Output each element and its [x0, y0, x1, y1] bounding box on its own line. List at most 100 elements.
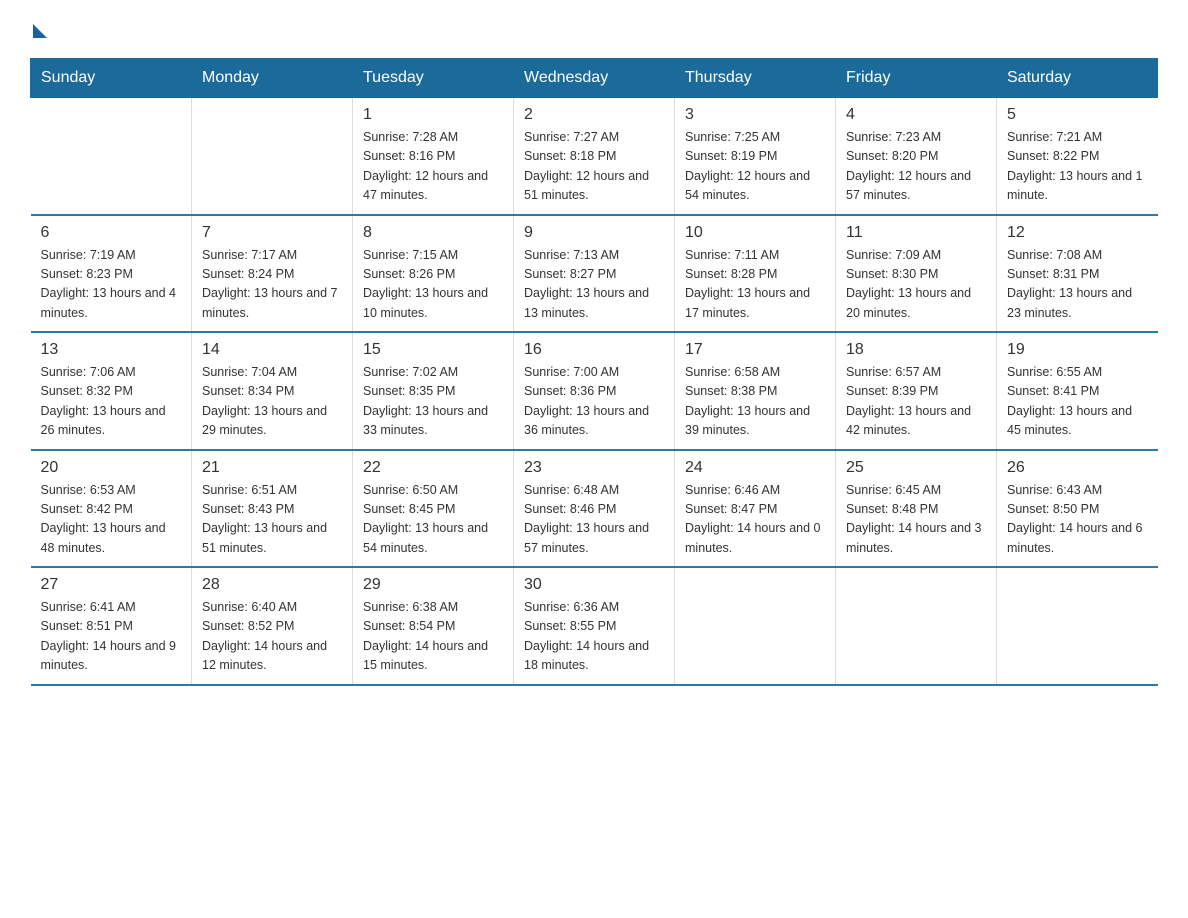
- day-cell: 20Sunrise: 6:53 AM Sunset: 8:42 PM Dayli…: [31, 450, 192, 568]
- day-number: 4: [846, 106, 986, 124]
- day-info: Sunrise: 6:46 AM Sunset: 8:47 PM Dayligh…: [685, 481, 825, 559]
- day-number: 27: [41, 576, 182, 594]
- day-cell: 24 Sunrise: 6:46 AM Sunset: 8:47 PM Dayli…: [675, 450, 836, 568]
- column-header-saturday: Saturday: [997, 59, 1158, 98]
- day-cell: 17 Sunrise: 6:58 AM Sunset: 8:38 PM Dayli…: [675, 332, 836, 450]
- day-number: 2: [524, 106, 664, 124]
- day-number: 10: [685, 224, 825, 242]
- day-number: 5: [1007, 106, 1148, 124]
- day-info: Sunrise: 6:40 AM Sunset: 8:52 PM Dayligh…: [202, 598, 342, 676]
- day-cell: [836, 567, 997, 685]
- day-cell: 6 Sunrise: 7:19 AM Sunset: 8:23 PM Daylig…: [31, 215, 192, 333]
- day-number: 28: [202, 576, 342, 594]
- day-cell: 23 Sunrise: 6:48 AM Sunset: 8:46 PM Dayli…: [514, 450, 675, 568]
- day-number: 13: [41, 341, 182, 359]
- day-info: Sunrise: 7:19 AM Sunset: 8:23 PM Dayligh…: [41, 246, 182, 324]
- day-number: 11: [846, 224, 986, 242]
- column-header-friday: Friday: [836, 59, 997, 98]
- day-info: Sunrise: 6:36 AM Sunset: 8:55 PM Dayligh…: [524, 598, 664, 676]
- day-number: 24: [685, 459, 825, 477]
- day-info: Sunrise: 7:04 AM Sunset: 8:34 PM Dayligh…: [202, 363, 342, 441]
- column-header-sunday: Sunday: [31, 59, 192, 98]
- calendar-table: SundayMondayTuesdayWednesdayThursdayFrid…: [30, 58, 1158, 686]
- day-info: Sunrise: 7:02 AM Sunset: 8:35 PM Dayligh…: [363, 363, 503, 441]
- day-info: Sunrise: 6:45 AM Sunset: 8:48 PM Dayligh…: [846, 481, 986, 559]
- day-info: Sunrise: 6:48 AM Sunset: 8:46 PM Dayligh…: [524, 481, 664, 559]
- week-row-3: 13 Sunrise: 7:06 AM Sunset: 8:32 PM Dayli…: [31, 332, 1158, 450]
- day-cell: 25 Sunrise: 6:45 AM Sunset: 8:48 PM Dayli…: [836, 450, 997, 568]
- calendar-header: SundayMondayTuesdayWednesdayThursdayFrid…: [31, 59, 1158, 98]
- day-info: Sunrise: 7:25 AM Sunset: 8:19 PM Dayligh…: [685, 128, 825, 206]
- day-cell: 19 Sunrise: 6:55 AM Sunset: 8:41 PM Dayli…: [997, 332, 1158, 450]
- day-number: 17: [685, 341, 825, 359]
- header-row: SundayMondayTuesdayWednesdayThursdayFrid…: [31, 59, 1158, 98]
- week-row-4: 20Sunrise: 6:53 AM Sunset: 8:42 PM Dayli…: [31, 450, 1158, 568]
- day-info: Sunrise: 7:09 AM Sunset: 8:30 PM Dayligh…: [846, 246, 986, 324]
- day-info: Sunrise: 6:41 AM Sunset: 8:51 PM Dayligh…: [41, 598, 182, 676]
- column-header-monday: Monday: [192, 59, 353, 98]
- day-cell: 10Sunrise: 7:11 AM Sunset: 8:28 PM Dayli…: [675, 215, 836, 333]
- day-number: 30: [524, 576, 664, 594]
- day-cell: 26Sunrise: 6:43 AM Sunset: 8:50 PM Dayli…: [997, 450, 1158, 568]
- day-info: Sunrise: 7:28 AM Sunset: 8:16 PM Dayligh…: [363, 128, 503, 206]
- day-info: Sunrise: 6:38 AM Sunset: 8:54 PM Dayligh…: [363, 598, 503, 676]
- day-cell: 14 Sunrise: 7:04 AM Sunset: 8:34 PM Dayli…: [192, 332, 353, 450]
- week-row-1: 1 Sunrise: 7:28 AM Sunset: 8:16 PM Daylig…: [31, 98, 1158, 215]
- day-info: Sunrise: 6:58 AM Sunset: 8:38 PM Dayligh…: [685, 363, 825, 441]
- day-info: Sunrise: 6:51 AM Sunset: 8:43 PM Dayligh…: [202, 481, 342, 559]
- day-cell: 16 Sunrise: 7:00 AM Sunset: 8:36 PM Dayli…: [514, 332, 675, 450]
- day-info: Sunrise: 7:21 AM Sunset: 8:22 PM Dayligh…: [1007, 128, 1148, 206]
- logo: [30, 20, 47, 38]
- day-number: 7: [202, 224, 342, 242]
- day-number: 22: [363, 459, 503, 477]
- logo-triangle-icon: [33, 24, 47, 38]
- day-number: 16: [524, 341, 664, 359]
- day-number: 12: [1007, 224, 1148, 242]
- column-header-wednesday: Wednesday: [514, 59, 675, 98]
- day-number: 23: [524, 459, 664, 477]
- day-info: Sunrise: 7:00 AM Sunset: 8:36 PM Dayligh…: [524, 363, 664, 441]
- day-info: Sunrise: 7:08 AM Sunset: 8:31 PM Dayligh…: [1007, 246, 1148, 324]
- day-cell: [192, 98, 353, 215]
- day-info: Sunrise: 7:17 AM Sunset: 8:24 PM Dayligh…: [202, 246, 342, 324]
- day-number: 29: [363, 576, 503, 594]
- calendar-body: 1 Sunrise: 7:28 AM Sunset: 8:16 PM Daylig…: [31, 98, 1158, 685]
- day-cell: 13 Sunrise: 7:06 AM Sunset: 8:32 PM Dayli…: [31, 332, 192, 450]
- page-header: [30, 20, 1158, 38]
- day-number: 6: [41, 224, 182, 242]
- day-number: 20: [41, 459, 182, 477]
- day-cell: 5 Sunrise: 7:21 AM Sunset: 8:22 PM Daylig…: [997, 98, 1158, 215]
- day-info: Sunrise: 6:55 AM Sunset: 8:41 PM Dayligh…: [1007, 363, 1148, 441]
- day-number: 19: [1007, 341, 1148, 359]
- day-info: Sunrise: 6:50 AM Sunset: 8:45 PM Dayligh…: [363, 481, 503, 559]
- day-cell: 22 Sunrise: 6:50 AM Sunset: 8:45 PM Dayli…: [353, 450, 514, 568]
- day-number: 3: [685, 106, 825, 124]
- day-info: Sunrise: 7:23 AM Sunset: 8:20 PM Dayligh…: [846, 128, 986, 206]
- day-cell: 11 Sunrise: 7:09 AM Sunset: 8:30 PM Dayli…: [836, 215, 997, 333]
- day-number: 25: [846, 459, 986, 477]
- day-cell: [997, 567, 1158, 685]
- day-cell: 8 Sunrise: 7:15 AM Sunset: 8:26 PM Daylig…: [353, 215, 514, 333]
- day-number: 1: [363, 106, 503, 124]
- day-info: Sunrise: 6:43 AM Sunset: 8:50 PM Dayligh…: [1007, 481, 1148, 559]
- day-info: Sunrise: 7:06 AM Sunset: 8:32 PM Dayligh…: [41, 363, 182, 441]
- day-cell: 2Sunrise: 7:27 AM Sunset: 8:18 PM Daylig…: [514, 98, 675, 215]
- day-cell: [675, 567, 836, 685]
- day-cell: 3 Sunrise: 7:25 AM Sunset: 8:19 PM Daylig…: [675, 98, 836, 215]
- day-cell: 18 Sunrise: 6:57 AM Sunset: 8:39 PM Dayli…: [836, 332, 997, 450]
- day-cell: 4 Sunrise: 7:23 AM Sunset: 8:20 PM Daylig…: [836, 98, 997, 215]
- week-row-5: 27 Sunrise: 6:41 AM Sunset: 8:51 PM Dayli…: [31, 567, 1158, 685]
- column-header-thursday: Thursday: [675, 59, 836, 98]
- day-number: 14: [202, 341, 342, 359]
- day-cell: 28 Sunrise: 6:40 AM Sunset: 8:52 PM Dayli…: [192, 567, 353, 685]
- day-info: Sunrise: 7:15 AM Sunset: 8:26 PM Dayligh…: [363, 246, 503, 324]
- day-cell: 15 Sunrise: 7:02 AM Sunset: 8:35 PM Dayli…: [353, 332, 514, 450]
- week-row-2: 6 Sunrise: 7:19 AM Sunset: 8:23 PM Daylig…: [31, 215, 1158, 333]
- day-number: 9: [524, 224, 664, 242]
- day-info: Sunrise: 6:57 AM Sunset: 8:39 PM Dayligh…: [846, 363, 986, 441]
- day-number: 8: [363, 224, 503, 242]
- day-cell: [31, 98, 192, 215]
- day-number: 15: [363, 341, 503, 359]
- day-number: 18: [846, 341, 986, 359]
- day-cell: 9Sunrise: 7:13 AM Sunset: 8:27 PM Daylig…: [514, 215, 675, 333]
